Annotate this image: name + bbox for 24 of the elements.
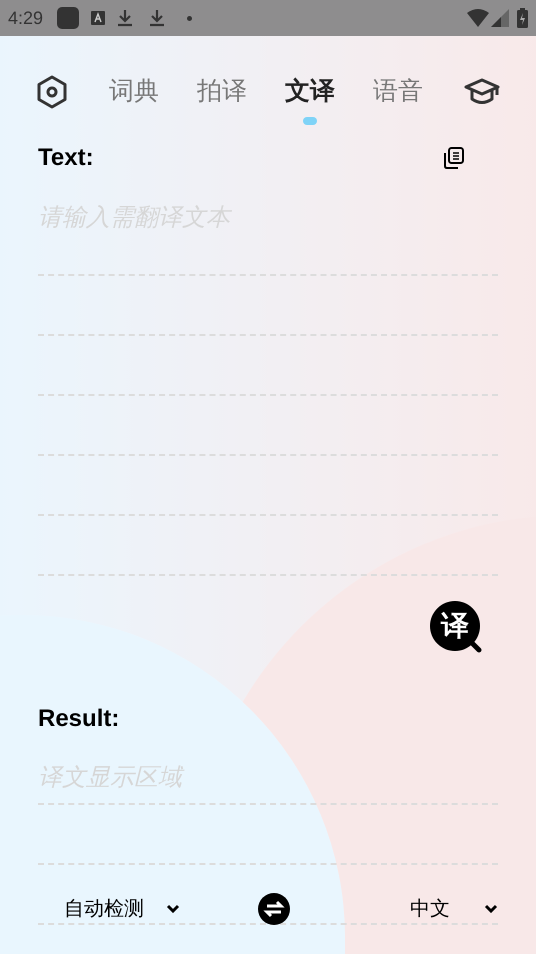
app-icon: [57, 7, 80, 29]
magnifier-handle-icon: [468, 639, 482, 653]
settings-icon[interactable]: [36, 75, 68, 109]
signal-icon: [491, 9, 509, 27]
source-language-dropdown[interactable]: 自动检测: [64, 894, 180, 924]
target-language-dropdown[interactable]: 中文: [410, 894, 498, 924]
clock: 4:29: [8, 6, 44, 30]
chevron-down-icon: [484, 904, 498, 914]
keyboard-icon: [91, 11, 106, 25]
tab[interactable]: 词典: [109, 73, 159, 111]
tab[interactable]: 文译: [285, 73, 335, 111]
download-icon: [149, 9, 166, 27]
text-label: Text:: [38, 143, 94, 173]
graduation-cap-icon[interactable]: [464, 78, 500, 106]
chevron-down-icon: [166, 904, 180, 914]
download-icon: [117, 9, 134, 27]
wifi-icon: [467, 9, 489, 27]
battery-icon: [517, 8, 528, 28]
swap-icon[interactable]: [258, 893, 290, 925]
active-indicator: [303, 117, 317, 126]
tab[interactable]: 语音: [373, 73, 423, 111]
result-label: Result:: [38, 705, 120, 732]
tab[interactable]: 拍译: [197, 73, 247, 111]
copy-icon[interactable]: [443, 147, 465, 169]
